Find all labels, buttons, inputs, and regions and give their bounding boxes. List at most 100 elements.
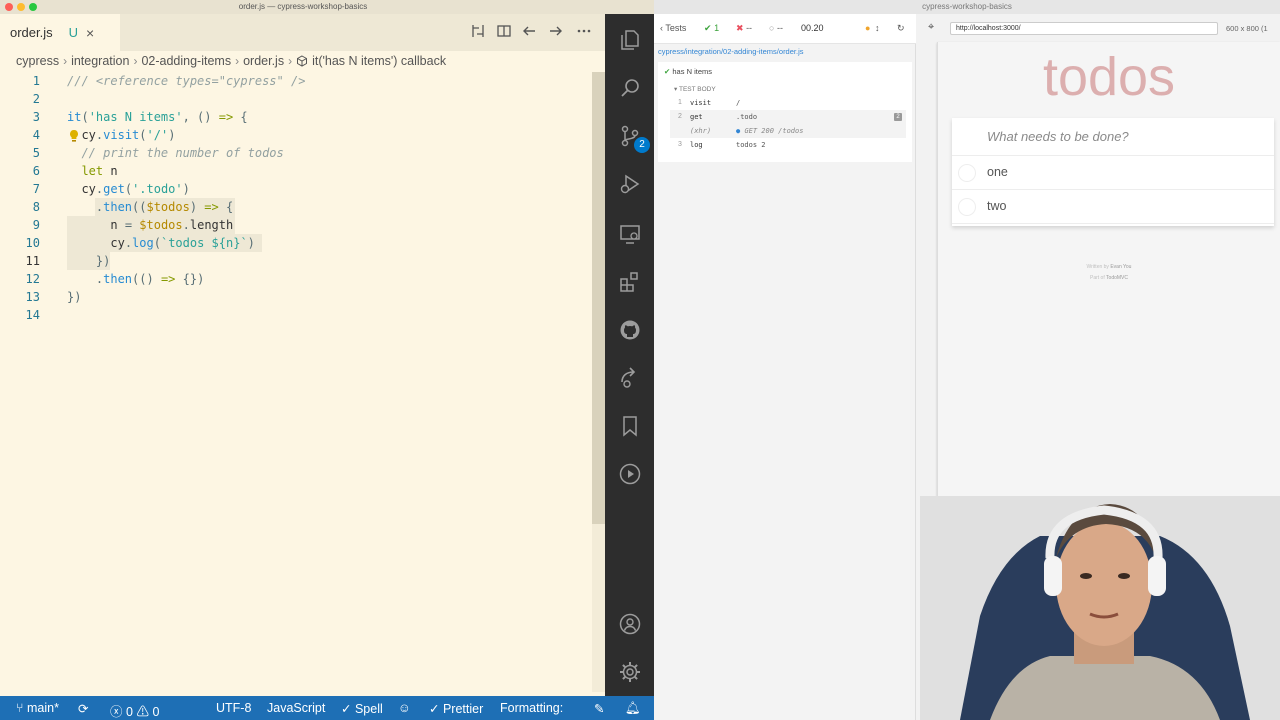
command-row[interactable]: 1 visit / [670,96,906,110]
todomvc-link[interactable]: TodoMVC [1106,275,1128,281]
code-line[interactable]: 14 [0,306,592,324]
line-number: 13 [25,290,40,304]
remote-explorer-icon[interactable] [618,222,642,246]
encoding-status[interactable]: UTF-8 [216,701,251,715]
code-text[interactable]: }) [67,252,110,270]
code-line[interactable]: 4 cy.visit('/') [0,126,592,144]
breadcrumb-item[interactable]: cypress [16,54,59,68]
new-todo-input[interactable]: What needs to be done? [952,118,1274,156]
code-text[interactable]: it('has N items', () => { [67,108,248,126]
todo-toggle-checkbox[interactable] [958,164,976,182]
line-number: 8 [32,200,40,214]
accounts-icon[interactable] [618,612,642,636]
pending-stat: ○ -- [769,23,783,33]
code-line[interactable]: 8 .then(($todos) => { [0,198,592,216]
code-text[interactable]: cy.get('.todo') [67,180,189,198]
sync-icon[interactable]: ⟳ [78,701,88,716]
open-changes-icon[interactable] [469,23,487,41]
tab-order-js[interactable]: order.js U × [0,14,120,51]
code-text[interactable]: }) [67,288,81,306]
copilot-icon[interactable]: ☺ [398,701,411,715]
formatting-status[interactable]: Formatting: [500,701,563,715]
code-line[interactable]: 13}) [0,288,592,306]
code-line[interactable]: 9 n = $todos.length [0,216,592,234]
code-line[interactable]: 5 // print the number of todos [0,144,592,162]
spec-path[interactable]: cypress/integration/02-adding-items/orde… [658,47,804,56]
auto-scroll-icon[interactable]: ↕ [875,23,880,33]
todo-label[interactable]: one [987,165,1008,179]
code-line[interactable]: 2 [0,90,592,108]
selector-playground-icon[interactable]: ⌖ [928,21,934,34]
code-text[interactable]: /// <reference types="cypress" /> [67,72,305,90]
problems-status[interactable]: ⓧ 0 ⚠ 0 [110,701,159,720]
test-title-text: has N items [672,67,712,76]
command-row[interactable]: 2 get .todo 2 [670,110,906,124]
command-row[interactable]: (xhr) ● GET 200 /todos [670,124,906,138]
code-line[interactable]: 6 let n [0,162,592,180]
bookmark-icon[interactable] [618,414,642,438]
more-actions-icon[interactable] [575,23,593,41]
code-line[interactable]: 3 it('has N items', () => { [0,108,592,126]
breadcrumb-item[interactable]: order.js [243,54,284,68]
split-editor-icon[interactable] [495,23,513,41]
code-editor[interactable]: 1 /// <reference types="cypress" /> 2 3 it('… [0,72,592,692]
todo-label[interactable]: two [987,199,1006,213]
code-line[interactable]: 1 /// <reference types="cypress" /> [0,72,592,90]
code-text[interactable]: // print the number of todos [67,144,283,162]
code-text[interactable]: .then(($todos) => { [67,198,233,216]
code-text[interactable]: cy.visit('/') [67,126,175,144]
command-name: log [690,141,703,149]
settings-gear-icon[interactable] [618,660,642,684]
spell-status[interactable]: ✓ Spell [341,701,383,716]
search-icon[interactable] [618,76,642,100]
breadcrumb-item[interactable]: 02-adding-items [141,54,231,68]
spell-label: Spell [354,702,383,716]
feedback-icon[interactable]: ✎ [594,701,604,716]
todo-toggle-checkbox[interactable] [958,198,976,216]
go-back-icon[interactable] [520,23,538,41]
tab-close-icon[interactable]: × [86,25,94,41]
editor-scrollbar[interactable] [592,72,605,692]
lightbulb-icon[interactable] [68,129,80,143]
error-count: 0 [126,705,133,719]
restart-icon[interactable]: ↻ [897,23,905,34]
xhr-dot-icon: ● [736,127,741,135]
branch-status[interactable]: ⑂ main* [16,701,59,715]
app-title: todos [1042,47,1176,107]
code-text[interactable]: let n [67,162,117,180]
window-title: order.js — cypress-workshop-basics [238,2,368,11]
code-line[interactable]: 7 cy.get('.todo') [0,180,592,198]
viewport-size[interactable]: 600 x 800 (1 [1226,24,1268,33]
prettier-status[interactable]: ✓ Prettier [429,701,483,716]
play-icon[interactable] [618,462,642,486]
live-share-icon[interactable] [618,366,642,390]
scrollbar-thumb[interactable] [592,72,605,524]
command-row[interactable]: 3 log todos 2 [670,138,906,152]
aut-url-bar[interactable]: http://localhost:3000/ [950,22,1218,35]
code-line[interactable]: 12 .then(() => {}) [0,270,592,288]
pending-count: -- [776,23,783,33]
hook-section[interactable]: ▾ TEST BODY [674,85,716,93]
test-runnable[interactable]: ✔ has N items ▾ TEST BODY 1 visit / 2 ge… [658,62,912,162]
tests-back-button[interactable]: ‹ Tests [660,23,686,33]
breadcrumb-item[interactable]: integration [71,54,129,68]
notifications-bell-icon[interactable]: 🔔︎ [625,701,641,716]
code-line[interactable]: 11 }) [0,252,592,270]
todo-item[interactable]: one [952,156,1274,190]
code-line[interactable]: 10 cy.log(`todos ${n}`) [0,234,592,252]
test-title[interactable]: ✔ has N items [664,67,712,76]
code-text[interactable]: n = $todos.length [67,216,233,234]
go-forward-icon[interactable] [547,23,565,41]
explorer-icon[interactable] [618,28,642,52]
github-icon[interactable] [618,318,642,342]
language-mode-status[interactable]: JavaScript [267,701,325,715]
run-debug-icon[interactable] [618,172,642,196]
author-link[interactable]: Evan You [1110,264,1131,270]
extensions-icon[interactable] [618,270,642,294]
editor-tabbar: order.js U × [0,14,605,51]
code-text[interactable]: .then(() => {}) [67,270,204,288]
code-text[interactable]: cy.log(`todos ${n}`) [67,234,255,252]
breadcrumb-item[interactable]: it('has N items') callback [312,54,446,68]
todo-item[interactable]: two [952,190,1274,224]
status-bar: ⑂ main* ⟳ ⓧ 0 ⚠ 0 UTF-8 JavaScript ✓ Spe… [0,696,654,720]
